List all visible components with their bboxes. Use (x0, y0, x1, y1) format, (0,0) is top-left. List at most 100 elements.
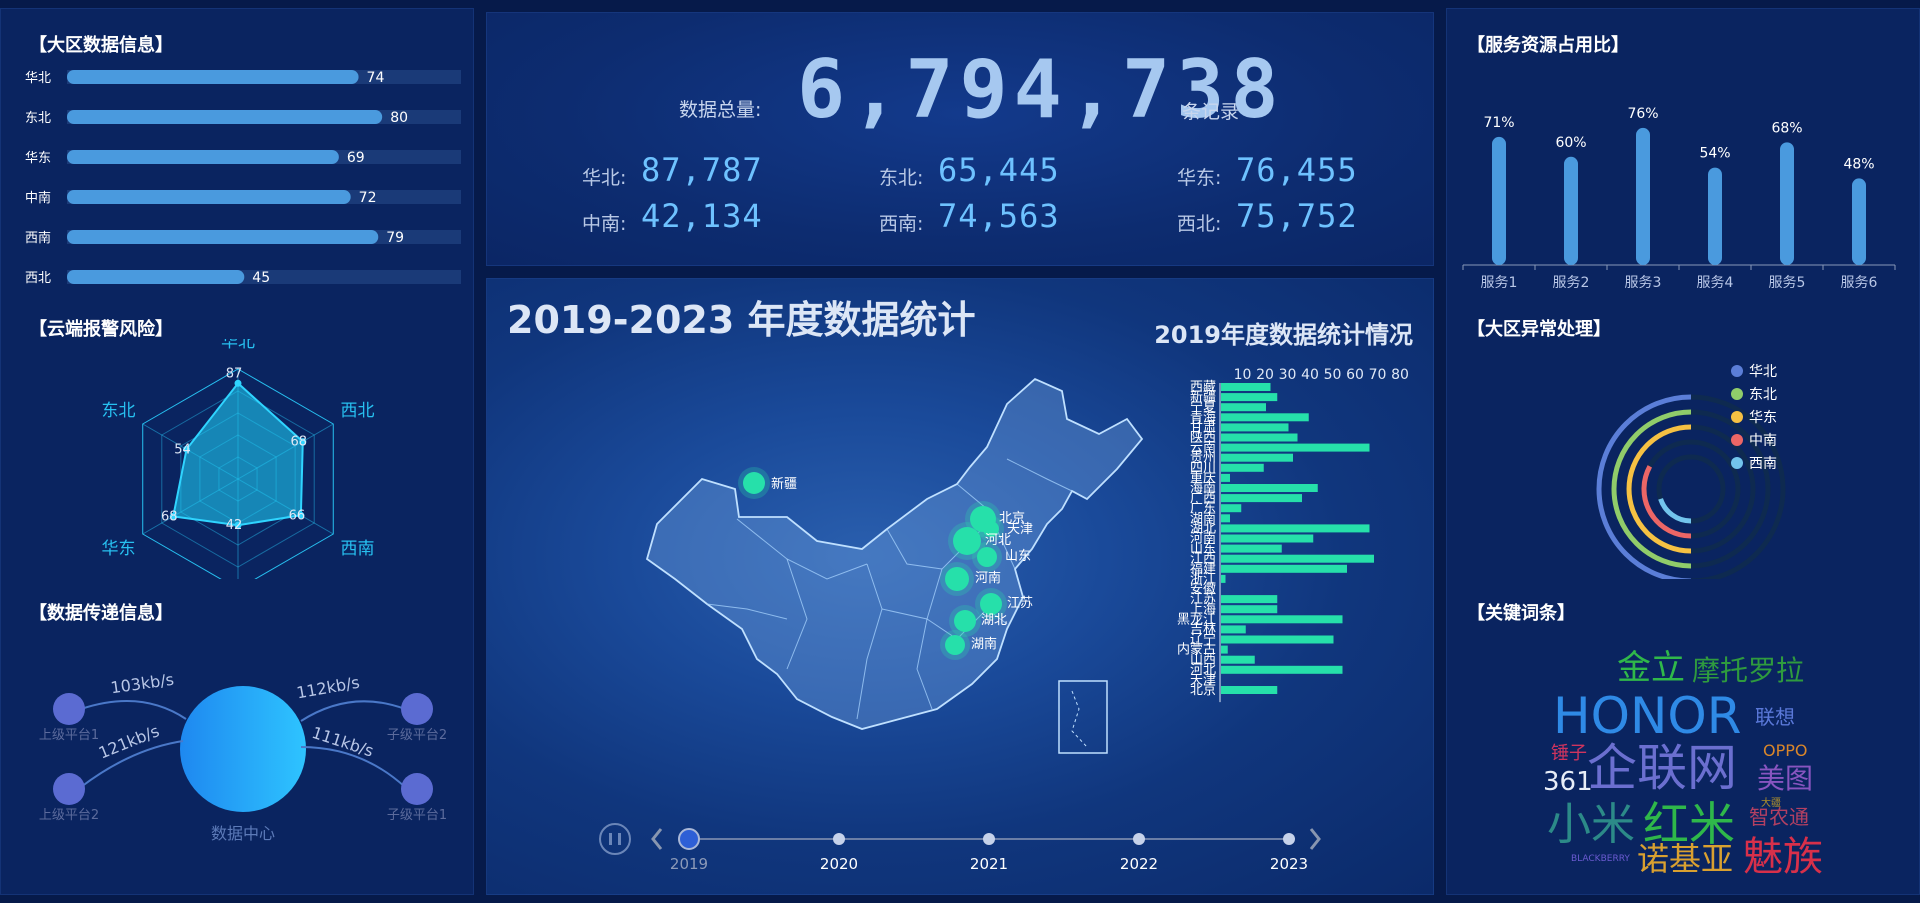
stat-label-zhongnan: 中南: (582, 213, 627, 235)
keyword-10: 小米 (1547, 799, 1635, 850)
map-marker-label: 河南 (975, 570, 1001, 586)
bar-x-tick: 70 (1369, 367, 1387, 383)
region-info-chart: 华北 74 东北 80 华东 69 中南 72 西南 79 西北 45 (25, 70, 461, 286)
pause-icon (599, 823, 631, 855)
region-bar-value: 72 (359, 190, 377, 206)
anomaly-radial-chart: 华北东北华东中南西南 (1596, 364, 1786, 579)
south-sea-islands (1071, 690, 1088, 748)
province-bar (1221, 473, 1230, 482)
region-bar-value: 79 (386, 230, 404, 246)
radial-legend-dot (1731, 388, 1743, 400)
stat-value-dongbei: 65,445 (938, 151, 1060, 189)
cloud-alarm-radar: 876866426854华北西北西南中南华东东北 (101, 339, 375, 579)
service-category-label: 服务6 (1841, 275, 1878, 291)
bar-x-tick: 40 (1301, 367, 1319, 383)
service-bar (1492, 136, 1506, 265)
transfer-diagram: 数据中心 上级平台1 上级平台2 子级平台2 子级平台1 103kb/s 121kb/s 11… (39, 670, 447, 843)
stat-value-xibei: 75,752 (1236, 197, 1358, 235)
platform-label: 上级平台1 (39, 728, 99, 743)
radial-legend-label: 华东 (1749, 410, 1777, 426)
timeline-point[interactable] (983, 833, 995, 845)
service-bar (1564, 156, 1578, 265)
keyword-2: HONOR (1553, 687, 1742, 745)
timeline-next-icon[interactable] (1309, 828, 1321, 850)
region-bar-value: 74 (367, 70, 385, 86)
south-sea-inset (1058, 680, 1108, 754)
province-bar (1221, 686, 1278, 694)
platform-node (53, 693, 85, 725)
radial-legend-label: 东北 (1749, 387, 1777, 403)
service-bar (1852, 178, 1866, 265)
radial-legend-dot (1731, 457, 1743, 469)
service-bar (1780, 142, 1794, 265)
service-category-label: 服务4 (1697, 275, 1734, 291)
region-bar-label: 中南 (25, 190, 51, 206)
region-bar-label: 西北 (25, 271, 51, 286)
map-marker (945, 635, 965, 655)
timeline-year-label: 2022 (1120, 855, 1158, 873)
province-bar (1221, 484, 1318, 492)
platform-node (401, 773, 433, 805)
region-bar (67, 150, 339, 164)
radar-value-label: 42 (226, 518, 243, 533)
radar-axis-label: 华北 (221, 339, 255, 352)
province-bar (1221, 504, 1242, 513)
data-center-node (180, 686, 306, 812)
radar-axis-label: 西南 (341, 539, 375, 559)
service-bar (1708, 167, 1722, 265)
keywords-title: 【关键词条】 (1467, 603, 1575, 624)
service-category-label: 服务1 (1481, 275, 1518, 291)
transfer-rate-label: 112kb/s (295, 673, 361, 703)
radar-axis-label: 华东 (101, 539, 135, 559)
cloud-alarm-title: 【云端报警风险】 (29, 319, 173, 340)
keyword-13: BLACKBERRY (1571, 854, 1630, 864)
transfer-rate-label: 103kb/s (109, 670, 175, 698)
region-bar-value: 80 (390, 110, 408, 126)
province-bar (1221, 494, 1302, 503)
region-bar-label: 西南 (25, 230, 51, 246)
map-marker-label: 新疆 (771, 476, 797, 492)
province-bar (1221, 524, 1370, 533)
total-unit: 条记录 (1182, 101, 1240, 123)
bar-x-tick: 80 (1391, 367, 1409, 383)
radial-legend-dot (1731, 365, 1743, 377)
stat-value-xinan: 74,563 (938, 197, 1060, 235)
stat-label-xibei: 西北: (1177, 213, 1222, 235)
keyword-14: 诺基亚 (1637, 840, 1734, 878)
timeline-year-label: 2019 (670, 855, 708, 873)
province-bar (1221, 665, 1343, 674)
anomaly-title: 【大区异常处理】 (1467, 319, 1611, 340)
province-bar (1221, 433, 1298, 442)
timeline-year-label: 2020 (820, 855, 858, 873)
stat-value-huabei: 87,787 (641, 151, 763, 189)
stat-label-huabei: 华北: (582, 167, 627, 189)
region-bar (67, 110, 383, 124)
china-map: 新疆北京天津河北山东河南江苏湖北湖南10 20 30 40 50 60 70 80西藏新疆宁夏… (599, 367, 1409, 873)
top-stats-panel: 数据总量: 6,794,738 条记录 华北: 87,787 东北: 65,44… (486, 12, 1434, 266)
transfer-rate-label: 121kb/s (96, 721, 162, 762)
service-value-label: 60% (1555, 135, 1586, 151)
transfer-rate-label: 111kb/s (309, 723, 375, 761)
keyword-3: 联想 (1755, 705, 1795, 729)
province-bar (1221, 635, 1334, 644)
timeline-point[interactable] (1283, 833, 1295, 845)
transfer-title: 【数据传递信息】 (29, 603, 173, 624)
keyword-12: 智农通 (1749, 805, 1809, 829)
radial-legend-dot (1731, 411, 1743, 423)
timeline-point[interactable] (1133, 833, 1145, 845)
province-bar (1221, 625, 1246, 634)
timeline-point[interactable] (833, 833, 845, 845)
platform-label: 上级平台2 (39, 808, 99, 823)
region-bar-label: 东北 (25, 111, 51, 126)
province-bar (1221, 443, 1370, 452)
region-info-title: 【大区数据信息】 (29, 35, 173, 56)
play-pause-button[interactable] (599, 823, 631, 855)
province-bar (1221, 534, 1314, 543)
radar-axis-label: 东北 (101, 401, 135, 421)
bar-x-tick: 10 (1234, 367, 1252, 383)
bar-category-label: 北京 (1190, 683, 1216, 698)
province-bar (1221, 413, 1309, 422)
timeline-prev-icon[interactable] (651, 828, 663, 850)
radial-legend-label: 中南 (1749, 433, 1777, 449)
timeline-point[interactable] (678, 828, 700, 850)
